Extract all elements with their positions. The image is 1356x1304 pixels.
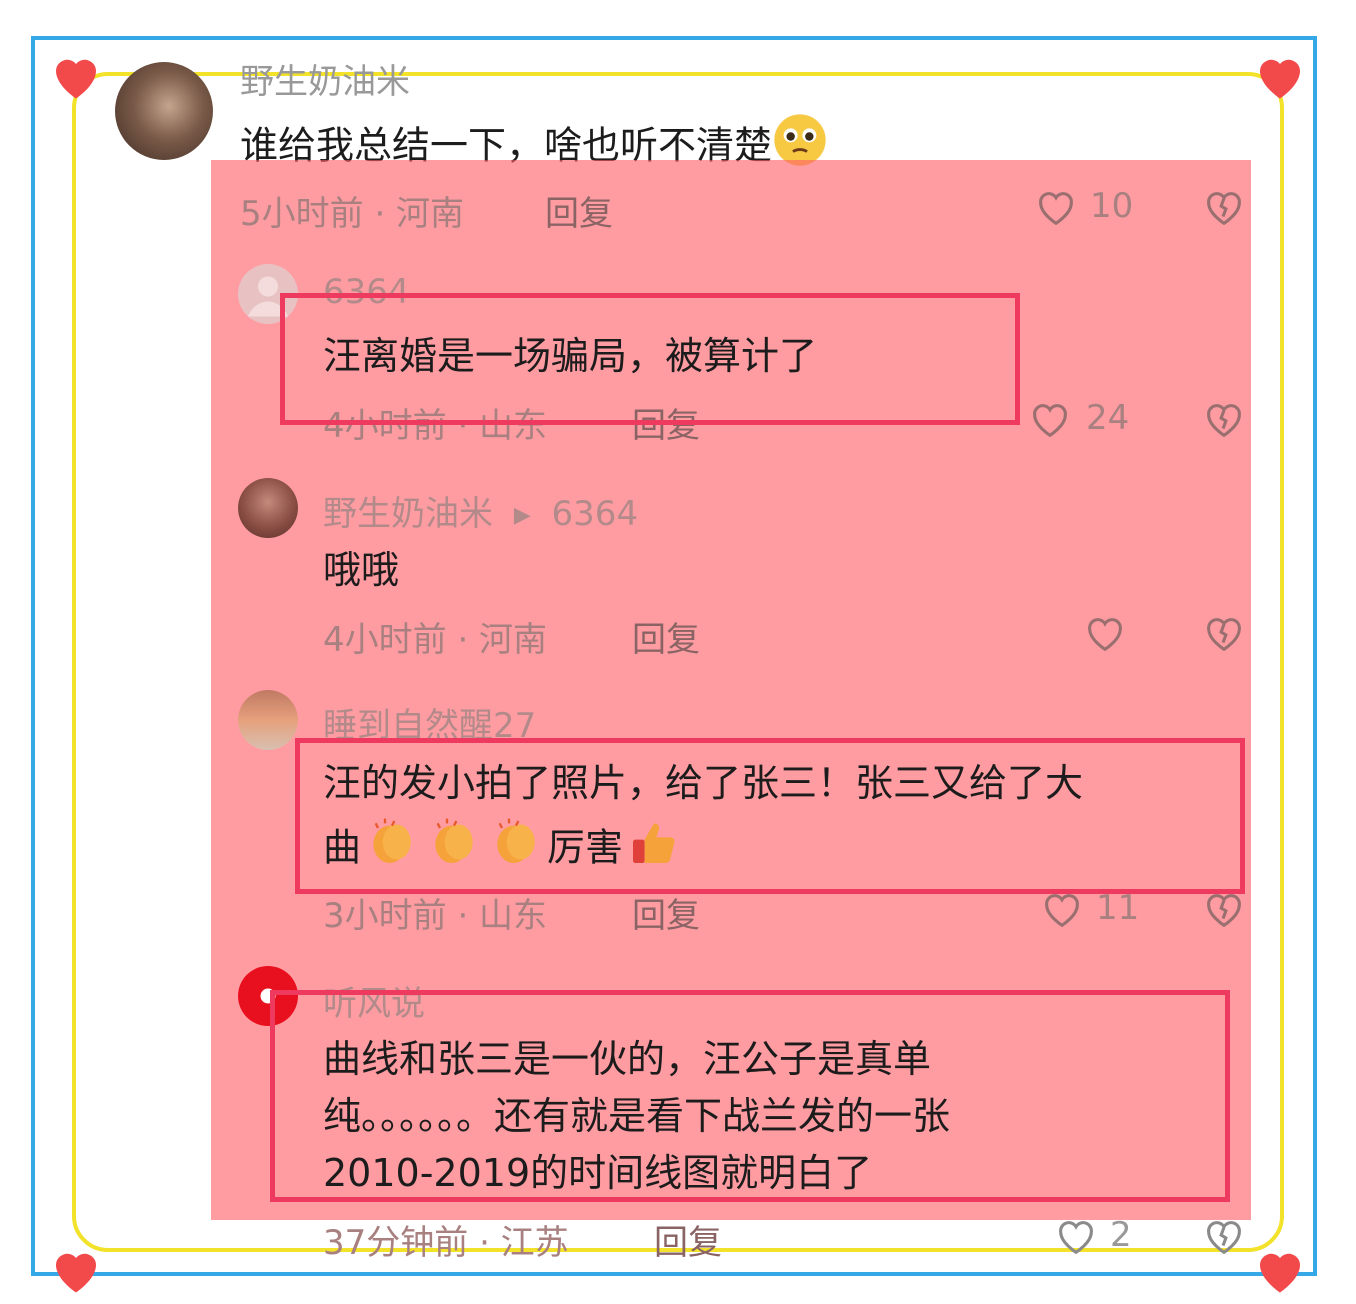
- corner-heart-icon: [1250, 1240, 1310, 1300]
- reply-button[interactable]: 回复: [632, 888, 700, 937]
- reply-button[interactable]: 回复: [545, 186, 613, 235]
- like-count: 2: [1110, 1215, 1132, 1255]
- like-count: 11: [1096, 888, 1140, 928]
- like-heart-icon[interactable]: [1026, 396, 1074, 442]
- reply-username[interactable]: 野生奶油米 ▶ 6364: [323, 486, 638, 535]
- reply-button[interactable]: 回复: [654, 1215, 722, 1264]
- like-heart-icon[interactable]: [1052, 1213, 1100, 1259]
- like-heart-icon[interactable]: [1032, 184, 1080, 230]
- reply-to-username[interactable]: 6364: [552, 494, 639, 534]
- like-count: 24: [1086, 398, 1130, 438]
- avatar[interactable]: [115, 62, 213, 160]
- like-count: 10: [1090, 186, 1134, 226]
- reply-time-location: 4小时前 · 河南: [323, 620, 548, 660]
- reply-time-location: 3小时前 · 山东: [323, 896, 548, 936]
- highlight-box: [280, 293, 1020, 425]
- comment-username[interactable]: 野生奶油米: [240, 54, 410, 103]
- comment-time-location: 5小时前 · 河南: [240, 194, 465, 234]
- corner-heart-icon: [1250, 46, 1310, 106]
- reply-button[interactable]: 回复: [632, 612, 700, 661]
- dislike-broken-heart-icon[interactable]: [1200, 184, 1248, 230]
- reply-arrow-icon: ▶: [513, 503, 531, 528]
- avatar[interactable]: [238, 690, 298, 750]
- corner-heart-icon: [46, 46, 106, 106]
- reply-text: 哦哦: [323, 548, 400, 592]
- dislike-broken-heart-icon[interactable]: [1200, 396, 1248, 442]
- dislike-broken-heart-icon[interactable]: [1200, 610, 1248, 656]
- dislike-broken-heart-icon[interactable]: [1200, 1213, 1248, 1259]
- avatar[interactable]: [238, 478, 298, 538]
- corner-heart-icon: [46, 1240, 106, 1300]
- highlight-box: [295, 738, 1245, 894]
- reply-time-location: 37分钟前 · 江苏: [323, 1223, 569, 1263]
- reply-username-text: 野生奶油米: [323, 494, 493, 534]
- like-heart-icon[interactable]: [1081, 610, 1129, 656]
- highlight-box: [270, 990, 1230, 1202]
